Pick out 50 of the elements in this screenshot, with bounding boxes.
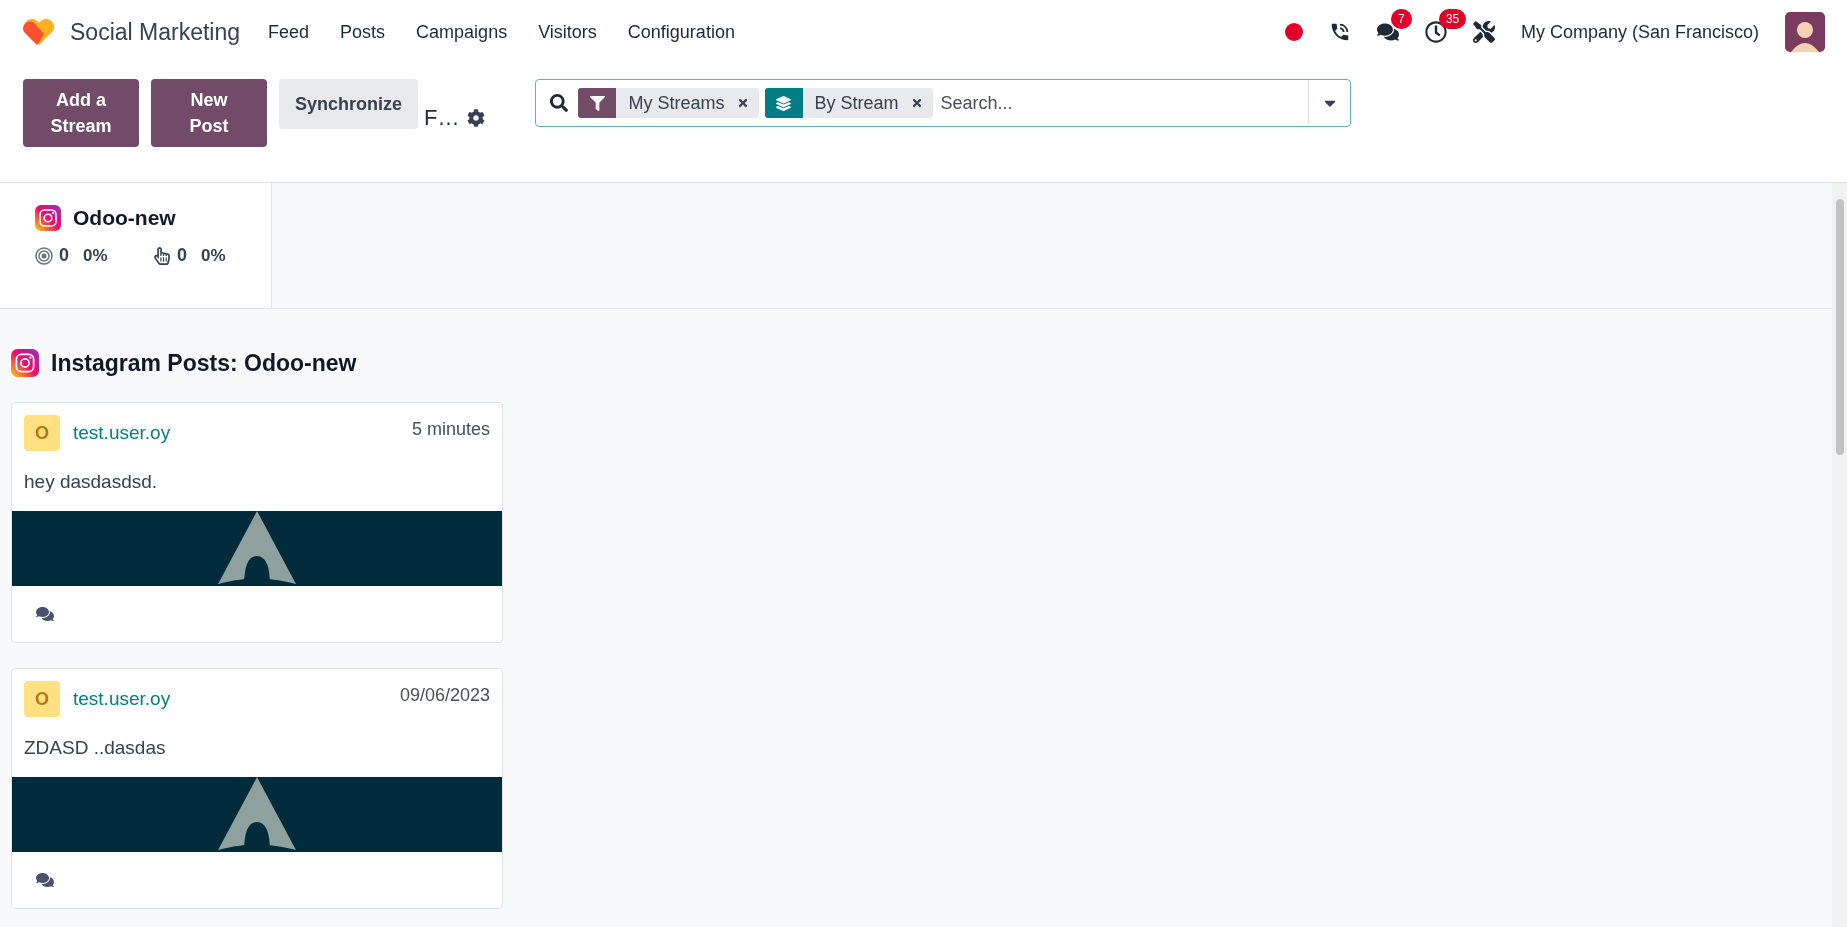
settings-icon[interactable] — [467, 109, 486, 127]
app-title: Social Marketing — [70, 18, 241, 46]
action-button[interactable]: New Post — [151, 79, 267, 148]
author-link[interactable]: test.user.oy — [73, 688, 171, 710]
author-avatar: O — [24, 681, 60, 717]
recording-dot-icon[interactable] — [1284, 23, 1303, 41]
column-title: Instagram Posts: Odoo-new — [51, 349, 357, 377]
post-card[interactable]: O test.user.oy 09/06/2023 ZDASD ..dasdas — [11, 668, 503, 909]
post-time: 5 minutes — [411, 419, 490, 440]
audience-value: 0 — [59, 245, 69, 266]
instagram-icon — [35, 205, 61, 231]
close-icon[interactable] — [736, 97, 749, 109]
facet-label: By Stream — [813, 91, 900, 115]
post-text: ZDASD ..dasdas — [23, 736, 167, 760]
post-card[interactable]: O test.user.oy 5 minutes hey dasdasdsd. — [11, 402, 503, 643]
engagement-value: 0 — [177, 245, 187, 266]
target-icon — [35, 246, 53, 265]
menu-item[interactable]: Configuration — [627, 21, 735, 43]
pointer-hand-icon — [153, 246, 171, 265]
post-time: 09/06/2023 — [399, 685, 490, 706]
tools-icon[interactable] — [1472, 21, 1495, 43]
chat-count-badge: 7 — [1390, 9, 1412, 29]
filter-icon — [590, 95, 605, 111]
action-button[interactable]: Synchronize — [279, 79, 419, 130]
breadcrumb: F… — [424, 105, 460, 131]
search-icon — [550, 94, 569, 112]
facet-label: My Streams — [627, 91, 726, 115]
instagram-icon — [11, 349, 39, 377]
scrollbar[interactable] — [1832, 183, 1847, 927]
user-avatar[interactable] — [1785, 12, 1825, 52]
clock-icon[interactable] — [1424, 21, 1447, 43]
heart-logo-icon[interactable] — [22, 17, 56, 47]
comments-icon[interactable] — [36, 605, 54, 623]
author-link[interactable]: test.user.oy — [73, 422, 171, 444]
author-avatar: O — [24, 415, 60, 451]
menu-item[interactable]: Posts — [340, 21, 386, 43]
chat-icon[interactable] — [1376, 21, 1399, 43]
comments-icon[interactable] — [36, 871, 54, 889]
close-icon[interactable] — [910, 97, 923, 109]
post-text: hey dasdasdsd. — [23, 470, 159, 494]
activity-count-badge: 35 — [1438, 9, 1467, 29]
menu-item[interactable]: Visitors — [538, 21, 597, 43]
menu-item[interactable]: Feed — [268, 21, 310, 43]
menu-item[interactable]: Campaigns — [416, 21, 508, 43]
company-switcher[interactable]: My Company (San Francisco) — [1520, 21, 1759, 43]
action-button[interactable]: Add a Stream — [23, 79, 139, 148]
layers-icon — [776, 95, 791, 111]
audience-trend: 0% — [83, 245, 108, 266]
stream-name: Odoo-new — [73, 206, 176, 230]
engagement-trend: 0% — [201, 245, 226, 266]
